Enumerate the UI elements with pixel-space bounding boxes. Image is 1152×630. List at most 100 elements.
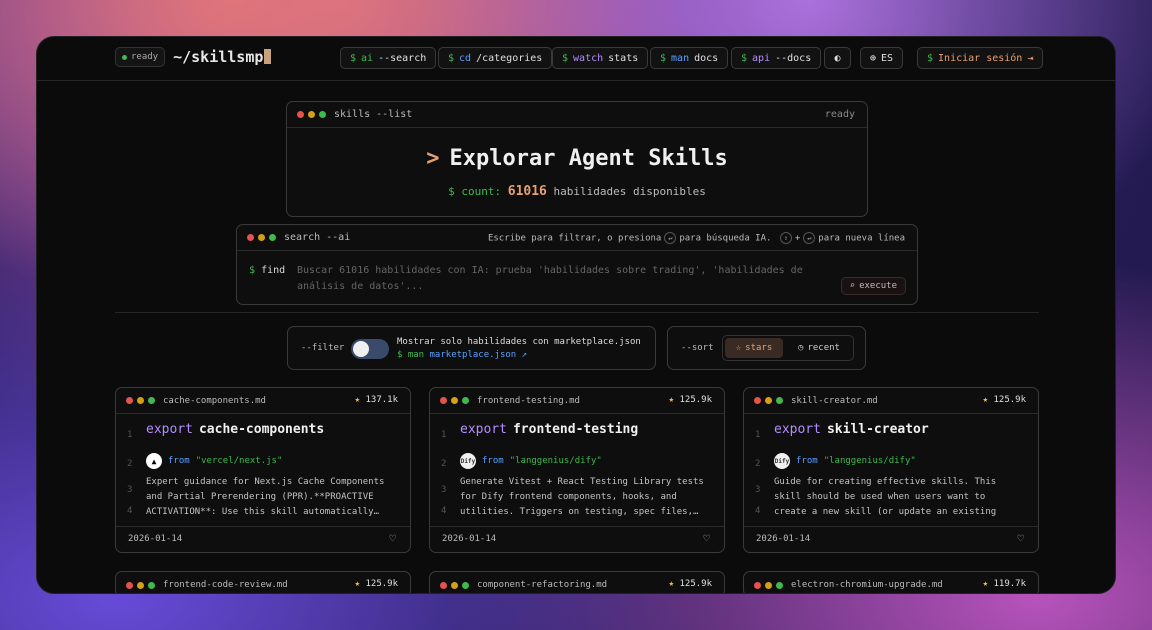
window-dots-icon <box>247 234 276 241</box>
card-source: ▲ from "vercel/next.js" <box>146 453 282 469</box>
repo-name: "vercel/next.js" <box>195 456 283 466</box>
search-icon: ⌕ <box>849 281 856 291</box>
skill-card[interactable]: frontend-code-review.md ★ 125.9k <box>115 571 411 593</box>
login-arrow-icon: ⇥ <box>1027 52 1034 64</box>
nav-categories-button[interactable]: $ cd /categories <box>438 47 553 69</box>
skills-list-panel: skills --list ready > Explorar Agent Skil… <box>286 101 868 217</box>
card-footer: 2026-01-14 ♡ <box>744 526 1038 552</box>
marketplace-toggle[interactable] <box>351 339 389 359</box>
skill-card[interactable]: skill-creator.md ★ 125.9k 1234 export ski… <box>743 387 1039 553</box>
execute-label: execute <box>859 281 897 291</box>
nav-api-docs-button[interactable]: $ api --docs <box>731 47 822 69</box>
count-suffix: habilidades disponibles <box>553 185 706 198</box>
card-header: frontend-code-review.md ★ 125.9k <box>116 572 410 593</box>
prompt-sign: $ <box>448 52 455 64</box>
card-filename: component-refactoring.md <box>477 580 608 590</box>
card-date: 2026-01-14 <box>442 534 497 544</box>
window-dots-icon <box>440 581 469 589</box>
link-prefix: $ man <box>397 350 425 360</box>
moon-icon: ◐ <box>834 52 841 64</box>
dify-logo-icon: Dify <box>774 453 790 469</box>
heart-icon[interactable]: ♡ <box>703 532 710 545</box>
panel-header: skills --list ready <box>287 102 867 128</box>
enter-key-icon: ↵ <box>664 231 677 244</box>
star-icon: ★ <box>668 579 675 589</box>
skill-card[interactable]: component-refactoring.md ★ 125.9k <box>429 571 725 593</box>
search-title: search --ai <box>284 232 351 243</box>
nav-ai-search-button[interactable]: $ ai --search <box>340 47 437 69</box>
nav-cmd: watch <box>573 52 604 64</box>
top-nav: ready ~/skillsmp $ ai --search $ cd /cat… <box>37 37 1115 81</box>
card-header: frontend-testing.md ★ 125.9k <box>430 388 724 414</box>
execute-button[interactable]: ⌕ execute <box>840 277 906 295</box>
clock-icon: ◷ <box>798 343 804 353</box>
sort-recent-button[interactable]: ◷ recent <box>787 338 851 358</box>
heart-icon[interactable]: ♡ <box>1017 532 1024 545</box>
count-value: 61016 <box>507 184 547 199</box>
card-description: Generate Vitest + React Testing Library … <box>460 477 704 517</box>
login-button[interactable]: $ Iniciar sesión ⇥ <box>917 47 1044 69</box>
export-keyword: export <box>146 422 193 437</box>
card-source: Dify from "langgenius/dify" <box>774 453 916 469</box>
page-title: > Explorar Agent Skills <box>287 146 867 171</box>
card-stars: ★ 125.9k <box>669 395 712 405</box>
nav-cmd: cd <box>459 52 472 64</box>
skill-name: skill-creator <box>826 422 929 437</box>
ready-text: ready <box>131 52 159 62</box>
marketplace-doc-link[interactable]: $ man marketplace.json ↗ <box>397 350 527 360</box>
skills-count: $ count: 61016 habilidades disponibles <box>287 184 867 199</box>
nav-arg: stats <box>608 52 639 64</box>
star-icon: ★ <box>982 395 989 405</box>
brand-text: ~/skillsmp <box>173 48 264 66</box>
card-filename: frontend-code-review.md <box>163 580 288 590</box>
from-keyword: from <box>796 456 818 466</box>
nav-cmd: man <box>671 52 690 64</box>
repo-name: "langgenius/dify" <box>509 456 602 466</box>
skill-card[interactable]: frontend-testing.md ★ 125.9k 1234 export… <box>429 387 725 553</box>
status-dot-icon <box>122 54 127 60</box>
search-header: search --ai Escribe para filtrar, o pres… <box>237 225 917 251</box>
skill-name: frontend-testing <box>512 422 639 437</box>
nav-docs-button[interactable]: $ man docs <box>650 47 729 69</box>
card-stars: ★ 137.1k <box>355 395 398 405</box>
theme-toggle-button[interactable]: ◐ <box>824 47 851 69</box>
brand[interactable]: ready ~/skillsmp <box>115 47 272 67</box>
repo-name: "langgenius/dify" <box>823 456 916 466</box>
heart-icon[interactable]: ♡ <box>389 532 396 545</box>
brand-name: ~/skillsmp <box>173 48 272 66</box>
skill-name: cache-components <box>198 422 325 437</box>
card-filename: skill-creator.md <box>791 395 878 406</box>
nav-stats-button[interactable]: $ watch stats <box>552 47 649 69</box>
language-button[interactable]: ⊕ ES <box>860 47 904 69</box>
card-title: export cache-components <box>146 422 324 437</box>
stars-value: 137.1k <box>365 395 398 405</box>
card-title: export frontend-testing <box>460 422 638 437</box>
card-stars: ★ 125.9k <box>983 395 1026 405</box>
skill-card[interactable]: electron-chromium-upgrade.md ★ 119.7k <box>743 571 1039 593</box>
nav-arg: docs <box>694 52 719 64</box>
filter-label: --filter <box>301 343 345 353</box>
filter-panel: --filter Mostrar solo habilidades con ma… <box>287 326 656 370</box>
globe-icon: ⊕ <box>870 52 877 64</box>
stars-value: 119.7k <box>993 579 1026 589</box>
nav-arg: --docs <box>775 52 812 64</box>
cursor-icon <box>264 49 272 64</box>
search-hint: Escribe para filtrar, o presiona ↵ para bú… <box>488 231 905 244</box>
window-dots-icon <box>126 581 155 589</box>
card-filename: electron-chromium-upgrade.md <box>791 580 943 590</box>
card-header: component-refactoring.md ★ 125.9k <box>430 572 724 593</box>
stars-value: 125.9k <box>993 395 1026 405</box>
search-input[interactable]: Buscar 61016 habilidades con IA: prueba … <box>297 263 817 295</box>
nav-arg: --search <box>378 52 427 64</box>
panel-title: skills --list <box>334 109 413 120</box>
link-text: marketplace.json <box>429 350 517 360</box>
star-icon: ★ <box>354 579 361 589</box>
skill-card[interactable]: cache-components.md ★ 137.1k 1234 export… <box>115 387 411 553</box>
sort-stars-button[interactable]: ☆ stars <box>725 338 783 358</box>
window-dots-icon <box>754 397 783 404</box>
vercel-logo-icon: ▲ <box>146 453 162 469</box>
sort-recent-label: recent <box>807 343 840 353</box>
card-source: Dify from "langgenius/dify" <box>460 453 602 469</box>
search-panel: search --ai Escribe para filtrar, o pres… <box>236 224 918 305</box>
card-header: skill-creator.md ★ 125.9k <box>744 388 1038 414</box>
